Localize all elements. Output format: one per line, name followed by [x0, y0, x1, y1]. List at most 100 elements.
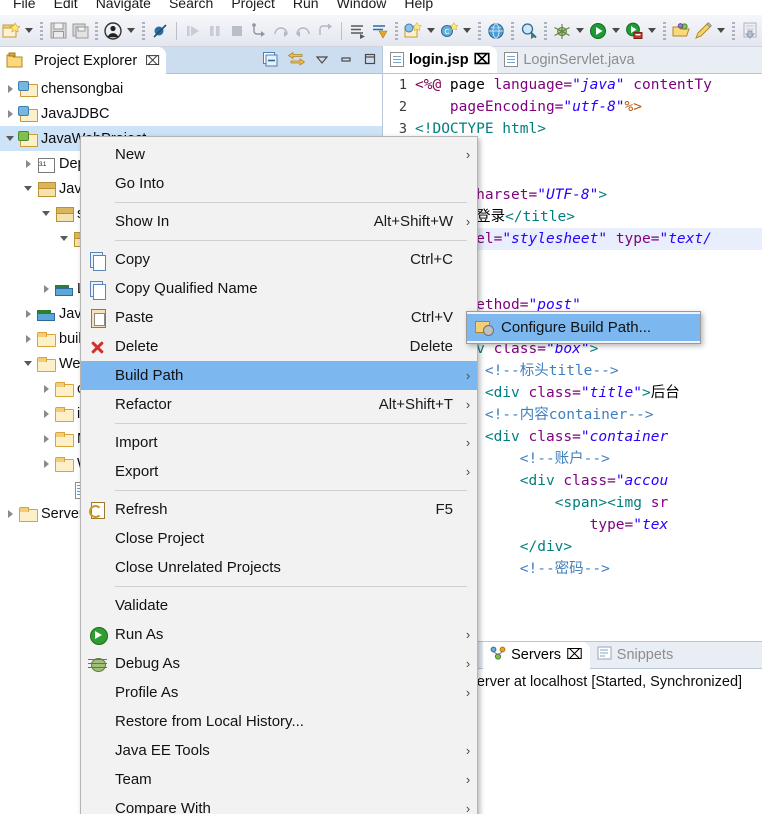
new-wizard-dropdown-arrow[interactable] — [22, 19, 36, 43]
new-java-project-dropdown-arrow[interactable] — [424, 19, 438, 43]
chevron-right-icon[interactable] — [38, 376, 54, 401]
chevron-right-icon[interactable] — [38, 276, 54, 301]
terminate-icon[interactable] — [226, 19, 248, 43]
chevron-right-icon[interactable] — [38, 451, 54, 476]
chevron-right-icon[interactable] — [20, 326, 36, 351]
chevron-right-icon[interactable] — [2, 501, 18, 526]
view-menu-icon[interactable] — [315, 52, 329, 69]
close-icon[interactable]: ⌧ — [474, 52, 491, 68]
tab-loginservlet-java[interactable]: LoginServlet.java — [497, 46, 641, 73]
new-wizard-icon[interactable] — [0, 19, 22, 43]
user-profile-dropdown-arrow[interactable] — [124, 19, 138, 43]
toolbar-drag-handle-2[interactable] — [95, 21, 98, 40]
menu-project[interactable]: Project — [222, 0, 284, 15]
menu-item[interactable]: Export › — [81, 457, 477, 486]
new-class-icon[interactable]: C — [438, 19, 460, 43]
chevron-right-icon[interactable] — [38, 426, 54, 451]
menu-item[interactable]: Close Unrelated Projects — [81, 553, 477, 582]
menu-item[interactable]: Validate — [81, 591, 477, 620]
maximize-icon[interactable] — [363, 52, 377, 69]
open-web-browser-icon[interactable] — [485, 19, 507, 43]
chevron-down-icon[interactable] — [20, 351, 36, 376]
build-path-submenu[interactable]: Configure Build Path... — [466, 311, 701, 344]
menu-item[interactable]: Delete Delete — [81, 332, 477, 361]
tab-servers[interactable]: Servers ⌧ — [483, 641, 590, 669]
menu-file[interactable]: File — [4, 0, 45, 15]
download-icon[interactable] — [739, 19, 761, 43]
drop-to-frame-icon[interactable] — [314, 19, 336, 43]
menu-item[interactable]: Refactor Alt+Shift+T › — [81, 390, 477, 419]
step-over-icon[interactable] — [270, 19, 292, 43]
save-all-icon[interactable] — [69, 19, 91, 43]
menu-item[interactable]: Copy Ctrl+C — [81, 245, 477, 274]
run-icon[interactable] — [587, 19, 609, 43]
tree-item[interactable]: JavaJDBC — [0, 101, 383, 126]
skip-breakpoints-icon[interactable] — [149, 19, 171, 43]
step-into-icon[interactable] — [248, 19, 270, 43]
close-icon[interactable]: ⌧ — [145, 53, 160, 69]
run-dropdown-arrow[interactable] — [609, 19, 623, 43]
previous-annotation-icon[interactable] — [369, 19, 391, 43]
debug-icon[interactable] — [551, 19, 573, 43]
menu-help[interactable]: Help — [395, 0, 442, 15]
tree-item[interactable]: chensongbai — [0, 76, 383, 101]
menu-item[interactable]: Profile As › — [81, 678, 477, 707]
suspend-icon[interactable] — [204, 19, 226, 43]
menu-item[interactable]: Debug As › — [81, 649, 477, 678]
close-icon[interactable]: ⌧ — [566, 647, 583, 663]
debug-dropdown-arrow[interactable] — [573, 19, 587, 43]
menu-window[interactable]: Window — [328, 0, 396, 15]
tab-login-jsp[interactable]: login.jsp ⌧ — [383, 46, 498, 73]
menu-item[interactable]: Build Path › — [81, 361, 477, 390]
link-with-editor-icon[interactable] — [287, 51, 306, 70]
open-resource-icon[interactable] — [670, 19, 692, 43]
toolbar-drag-handle-4[interactable] — [395, 21, 398, 40]
tab-snippets[interactable]: Snippets — [590, 642, 680, 669]
chevron-down-icon[interactable] — [38, 201, 54, 226]
chevron-down-icon[interactable] — [56, 226, 72, 251]
code-line[interactable]: 2 pageEncoding="utf-8"%> — [383, 96, 762, 118]
chevron-right-icon[interactable] — [20, 151, 36, 176]
tab-project-explorer[interactable]: Project Explorer ⌧ — [0, 47, 167, 74]
menu-item[interactable]: Refresh F5 — [81, 495, 477, 524]
save-icon[interactable] — [47, 19, 69, 43]
search-icon[interactable] — [518, 19, 540, 43]
menu-search[interactable]: Search — [160, 0, 222, 15]
menu-item[interactable]: Copy Qualified Name — [81, 274, 477, 303]
chevron-down-icon[interactable] — [20, 176, 36, 201]
toolbar-drag-handle-5[interactable] — [478, 21, 481, 40]
menu-run[interactable]: Run — [284, 0, 328, 15]
project-context-menu[interactable]: New › Go Into Show In Alt+Shift+W › Copy Ctrl+C… — [80, 136, 478, 814]
menu-item[interactable]: Go Into — [81, 169, 477, 198]
run-server-icon[interactable] — [623, 19, 645, 43]
menu-item[interactable]: Team › — [81, 765, 477, 794]
menu-item[interactable]: Show In Alt+Shift+W › — [81, 207, 477, 236]
menu-item[interactable]: Import › — [81, 428, 477, 457]
user-profile-icon[interactable] — [102, 19, 124, 43]
toolbar-drag-handle-7[interactable] — [544, 21, 547, 40]
menu-item[interactable]: Java EE Tools › — [81, 736, 477, 765]
menu-item[interactable]: New › — [81, 140, 477, 169]
menu-item[interactable]: Run As › — [81, 620, 477, 649]
menu-item[interactable]: Compare With › — [81, 794, 477, 814]
minimize-icon[interactable] — [339, 52, 353, 69]
menu-item[interactable]: Close Project — [81, 524, 477, 553]
menu-navigate[interactable]: Navigate — [87, 0, 160, 15]
menu-edit[interactable]: Edit — [45, 0, 87, 15]
chevron-right-icon[interactable] — [2, 76, 18, 101]
annotate-dropdown-arrow[interactable] — [714, 19, 728, 43]
toolbar-drag-handle-6[interactable] — [511, 21, 514, 40]
new-java-project-icon[interactable] — [402, 19, 424, 43]
annotate-icon[interactable] — [692, 19, 714, 43]
step-return-icon[interactable] — [292, 19, 314, 43]
chevron-right-icon[interactable] — [20, 301, 36, 326]
toolbar-drag-handle-9[interactable] — [732, 21, 735, 40]
toolbar-drag-handle-8[interactable] — [663, 21, 666, 40]
menu-item[interactable]: Paste Ctrl+V — [81, 303, 477, 332]
chevron-right-icon[interactable] — [38, 401, 54, 426]
menu-item[interactable]: Restore from Local History... — [81, 707, 477, 736]
resume-icon[interactable] — [182, 19, 204, 43]
chevron-right-icon[interactable] — [2, 101, 18, 126]
chevron-down-icon[interactable] — [2, 126, 18, 151]
run-server-dropdown-arrow[interactable] — [645, 19, 659, 43]
